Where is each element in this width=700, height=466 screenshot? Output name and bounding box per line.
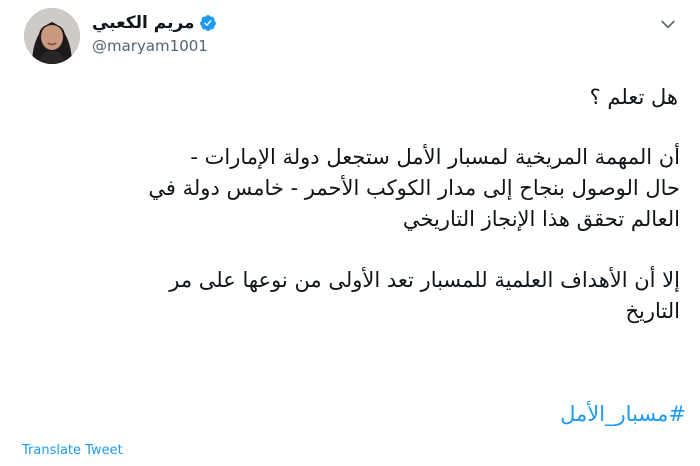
avatar-image xyxy=(24,8,80,64)
tweet-paragraph-1: أن المهمة المريخية لمسبار الأمل ستجعل دو… xyxy=(18,142,688,235)
translate-tweet-link[interactable]: Translate Tweet xyxy=(22,443,123,458)
author-display-name[interactable]: مريم الكعبي xyxy=(92,13,195,33)
hashtag-link[interactable]: #مسبار_الأمل xyxy=(560,402,686,426)
tweet-paragraph-2: إلا أن الأهداف العلمية للمسبار تعد الأول… xyxy=(18,265,688,327)
chevron-down-icon[interactable] xyxy=(658,14,678,34)
tweet-text: هل تعلم ؟ أن المهمة المريخية لمسبار الأم… xyxy=(18,82,688,327)
author-name-row: مريم الكعبي xyxy=(92,12,217,34)
tweet-line: أن المهمة المريخية لمسبار الأمل ستجعل دو… xyxy=(190,145,680,169)
author-handle[interactable]: @maryam1001 xyxy=(92,37,217,55)
tweet-line: العالم تحقق هذا الإنجاز التاريخي xyxy=(402,207,680,231)
tweet-line: حال الوصول بنجاح إلى مدار الكوكب الأحمر … xyxy=(148,176,680,200)
author-block: مريم الكعبي @maryam1001 xyxy=(92,12,217,55)
tweet-line: التاريخ xyxy=(625,299,680,323)
tweet-line: إلا أن الأهداف العلمية للمسبار تعد الأول… xyxy=(169,268,680,292)
avatar[interactable] xyxy=(24,8,80,64)
tweet-question: هل تعلم ؟ xyxy=(589,85,678,109)
verified-badge-icon xyxy=(199,15,216,31)
tweet-card: مريم الكعبي @maryam1001 هل تعلم ؟ أن الم… xyxy=(0,0,700,466)
